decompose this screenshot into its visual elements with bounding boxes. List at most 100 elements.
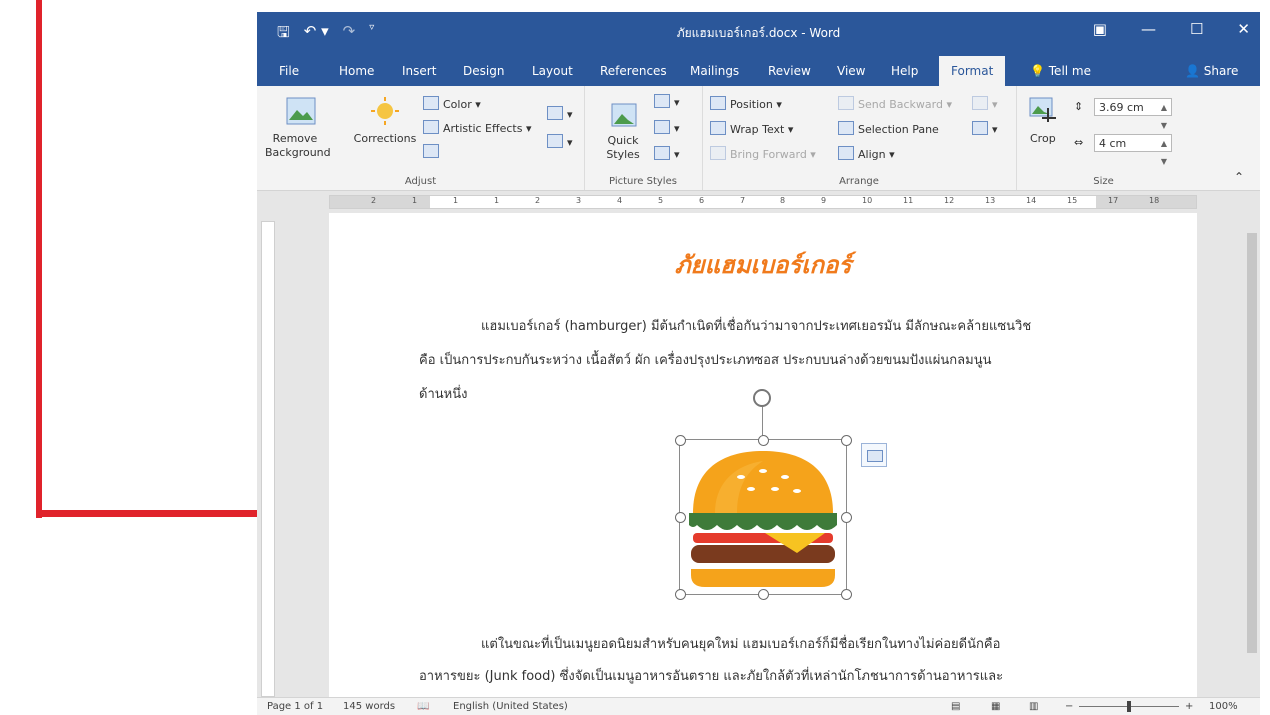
bring-forward-button[interactable]: Bring Forward ▾ [710, 146, 816, 162]
quick-styles-button[interactable]: Quick Styles [600, 134, 646, 162]
ruler-mark: 15 [1067, 196, 1078, 205]
scrollbar-thumb[interactable] [1247, 233, 1257, 653]
para2-line1: แต่ในขณะที่เป็นเมนูยอดนิยมสำหรับคนยุคใหม… [481, 637, 1001, 652]
proofing-icon[interactable]: 📖 [417, 701, 429, 712]
document-page[interactable]: ภัยแฮมเบอร์เกอร์ แฮมเบอร์เกอร์ (hamburge… [329, 213, 1197, 697]
wrap-text-button[interactable]: Wrap Text ▾ [710, 121, 793, 137]
corrections-button[interactable]: Corrections [349, 132, 421, 146]
send-backward-label: Send Backward [858, 98, 943, 111]
vertical-ruler[interactable] [257, 213, 279, 697]
tab-help[interactable]: Help [891, 56, 918, 86]
group-objects-button[interactable]: ▾ [972, 96, 998, 112]
position-button[interactable]: Position ▾ [710, 96, 782, 112]
quick-styles-icon [608, 100, 640, 130]
ruler-mark: 4 [617, 196, 623, 205]
height-icon: ⇕ [1074, 100, 1084, 113]
height-value: 3.69 cm [1099, 101, 1144, 114]
compress-pictures-button[interactable] [423, 144, 443, 160]
language-status[interactable]: English (United States) [453, 701, 568, 712]
tab-layout[interactable]: Layout [532, 56, 573, 86]
vertical-scrollbar[interactable] [1244, 213, 1260, 697]
share-button[interactable]: 👤 Share [1185, 56, 1238, 86]
horizontal-ruler[interactable]: 2 1 1 1 2 3 4 5 6 7 8 9 10 11 12 13 14 15 17 18 [257, 191, 1260, 213]
close-icon[interactable]: ✕ [1237, 20, 1250, 38]
color-button[interactable]: Color ▾ [423, 96, 481, 112]
height-spinner-icon[interactable]: ▲ ▼ [1161, 99, 1167, 135]
ruler-mark: 12 [944, 196, 955, 205]
zoom-level[interactable]: 100% [1209, 701, 1238, 712]
reset-picture-button[interactable]: ▾ [547, 134, 573, 150]
crop-button[interactable]: Crop [1030, 132, 1056, 146]
tell-me-box[interactable]: 💡 Tell me [1030, 56, 1091, 86]
layout-options-icon[interactable] [861, 443, 887, 467]
lightbulb-icon: 💡 [1030, 64, 1049, 78]
group-size: Crop ⇕ 3.69 cm ▲ ▼ ⇔ 4 cm ▲ ▼ Size [1016, 86, 1191, 190]
group-arrange: Position ▾ Wrap Text ▾ Bring Forward ▾ S… [702, 86, 1017, 190]
vertical-ruler-strip [261, 221, 275, 697]
tab-home[interactable]: Home [339, 56, 374, 86]
resize-handle-top[interactable] [758, 435, 769, 446]
resize-handle-top-left[interactable] [675, 435, 686, 446]
width-input[interactable]: 4 cm ▲ ▼ [1094, 134, 1172, 166]
ruler-mark: 14 [1026, 196, 1037, 205]
ribbon-display-icon[interactable]: ▣ [1093, 20, 1107, 38]
rotate-objects-button[interactable]: ▾ [972, 121, 998, 137]
resize-handle-bottom[interactable] [758, 589, 769, 600]
resize-handle-bottom-right[interactable] [841, 589, 852, 600]
word-count[interactable]: 145 words [343, 701, 395, 712]
picture-effects-icon [654, 120, 670, 134]
picture-layout-button[interactable]: ▾ [654, 146, 680, 162]
resize-handle-top-right[interactable] [841, 435, 852, 446]
picture-effects-button[interactable]: ▾ [654, 120, 680, 136]
image-selection-box [679, 439, 847, 595]
zoom-slider-thumb[interactable] [1127, 701, 1131, 712]
tab-view[interactable]: View [837, 56, 865, 86]
web-layout-icon[interactable]: ▥ [1029, 701, 1038, 712]
status-bar: Page 1 of 1 145 words 📖 English (United … [257, 697, 1260, 715]
height-input[interactable]: 3.69 cm ▲ ▼ [1094, 98, 1172, 130]
send-backward-button[interactable]: Send Backward ▾ [838, 96, 952, 112]
picture-layout-icon [654, 146, 670, 160]
zoom-in-button[interactable]: + [1185, 701, 1193, 712]
artistic-effects-button[interactable]: Artistic Effects ▾ [423, 120, 531, 136]
resize-handle-right[interactable] [841, 512, 852, 523]
person-icon: 👤 [1185, 64, 1204, 78]
resize-handle-bottom-left[interactable] [675, 589, 686, 600]
reset-picture-icon [547, 134, 563, 148]
picture-border-icon [654, 94, 670, 108]
selection-pane-label: Selection Pane [858, 123, 939, 136]
change-picture-button[interactable]: ▾ [547, 106, 573, 122]
group-objects-icon [972, 96, 988, 110]
wrap-text-label: Wrap Text [730, 123, 785, 136]
ruler-mark: 11 [903, 196, 914, 205]
zoom-out-button[interactable]: − [1065, 701, 1073, 712]
tab-file[interactable]: File [279, 56, 299, 86]
remove-background-button[interactable]: Remove Background [265, 132, 331, 160]
window-controls: ▣ — ☐ ✕ [1093, 20, 1250, 38]
ruler-mark: 1 [412, 196, 418, 205]
selection-pane-button[interactable]: Selection Pane [838, 121, 939, 137]
print-layout-icon[interactable]: ▦ [991, 701, 1000, 712]
align-button[interactable]: Align ▾ [838, 146, 895, 162]
tab-review[interactable]: Review [768, 56, 811, 86]
read-mode-icon[interactable]: ▤ [951, 701, 960, 712]
rotate-objects-icon [972, 121, 988, 135]
ruler-mark: 3 [576, 196, 582, 205]
picture-border-button[interactable]: ▾ [654, 94, 680, 110]
tab-format[interactable]: Format [939, 56, 1006, 86]
minimize-icon[interactable]: — [1141, 20, 1156, 38]
change-picture-icon [547, 106, 563, 120]
tab-references[interactable]: References [600, 56, 667, 86]
tab-mailings[interactable]: Mailings [690, 56, 739, 86]
maximize-icon[interactable]: ☐ [1190, 20, 1203, 38]
ruler-strip: 2 1 1 1 2 3 4 5 6 7 8 9 10 11 12 13 14 15 17 18 [329, 195, 1197, 209]
collapse-ribbon-icon[interactable]: ⌃ [1234, 170, 1244, 184]
width-spinner-icon[interactable]: ▲ ▼ [1161, 135, 1167, 171]
resize-handle-left[interactable] [675, 512, 686, 523]
rotate-handle-icon[interactable] [753, 389, 771, 407]
tab-design[interactable]: Design [463, 56, 504, 86]
page-count[interactable]: Page 1 of 1 [267, 701, 323, 712]
tab-insert[interactable]: Insert [402, 56, 436, 86]
position-label: Position [730, 98, 773, 111]
ribbon-format: Remove Background Corrections Color ▾ Ar… [257, 86, 1260, 191]
